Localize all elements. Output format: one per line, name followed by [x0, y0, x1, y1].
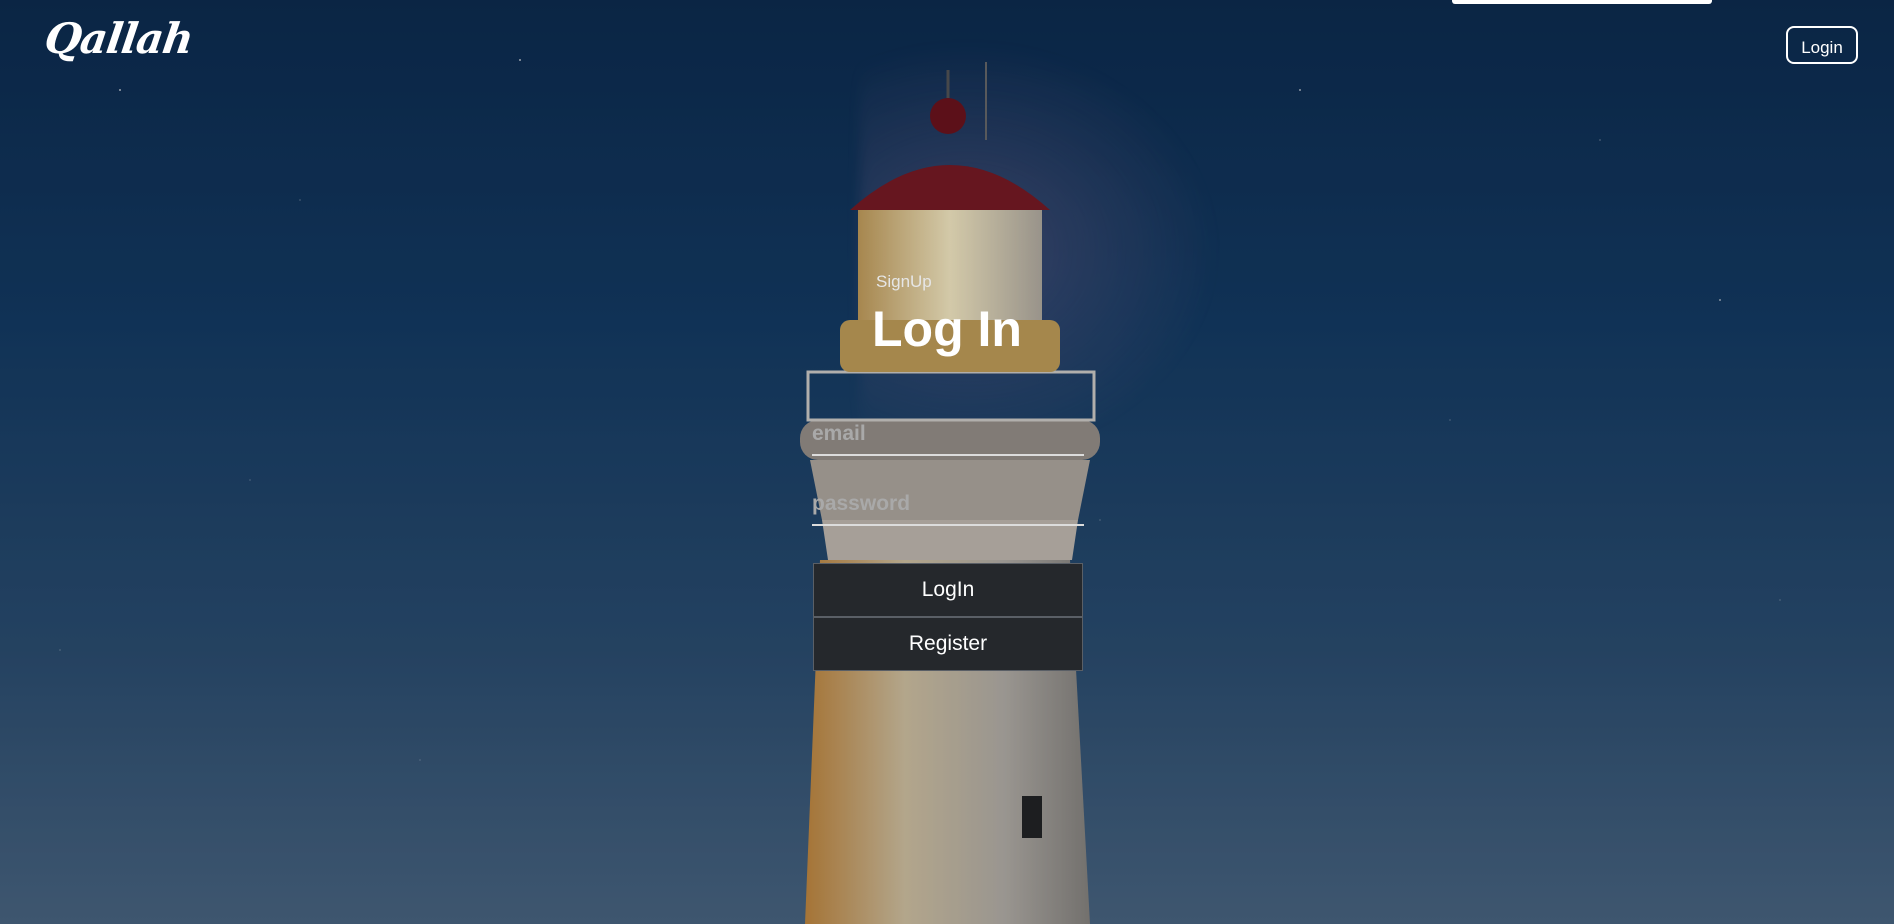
nav-login-button[interactable]: Login — [1786, 26, 1858, 64]
email-field[interactable] — [812, 414, 1084, 456]
signup-link[interactable]: SignUp — [876, 272, 932, 292]
brand-logo[interactable]: Qallah — [42, 14, 196, 63]
register-button[interactable]: Register — [813, 617, 1083, 671]
top-white-bar — [1452, 0, 1712, 4]
login-button[interactable]: LogIn — [813, 563, 1083, 617]
page-title: Log In — [872, 301, 1022, 357]
dark-overlay — [0, 0, 1894, 924]
password-field[interactable] — [812, 484, 1084, 526]
login-page: Qallah Login SignUp Log In LogIn Registe… — [0, 0, 1894, 924]
